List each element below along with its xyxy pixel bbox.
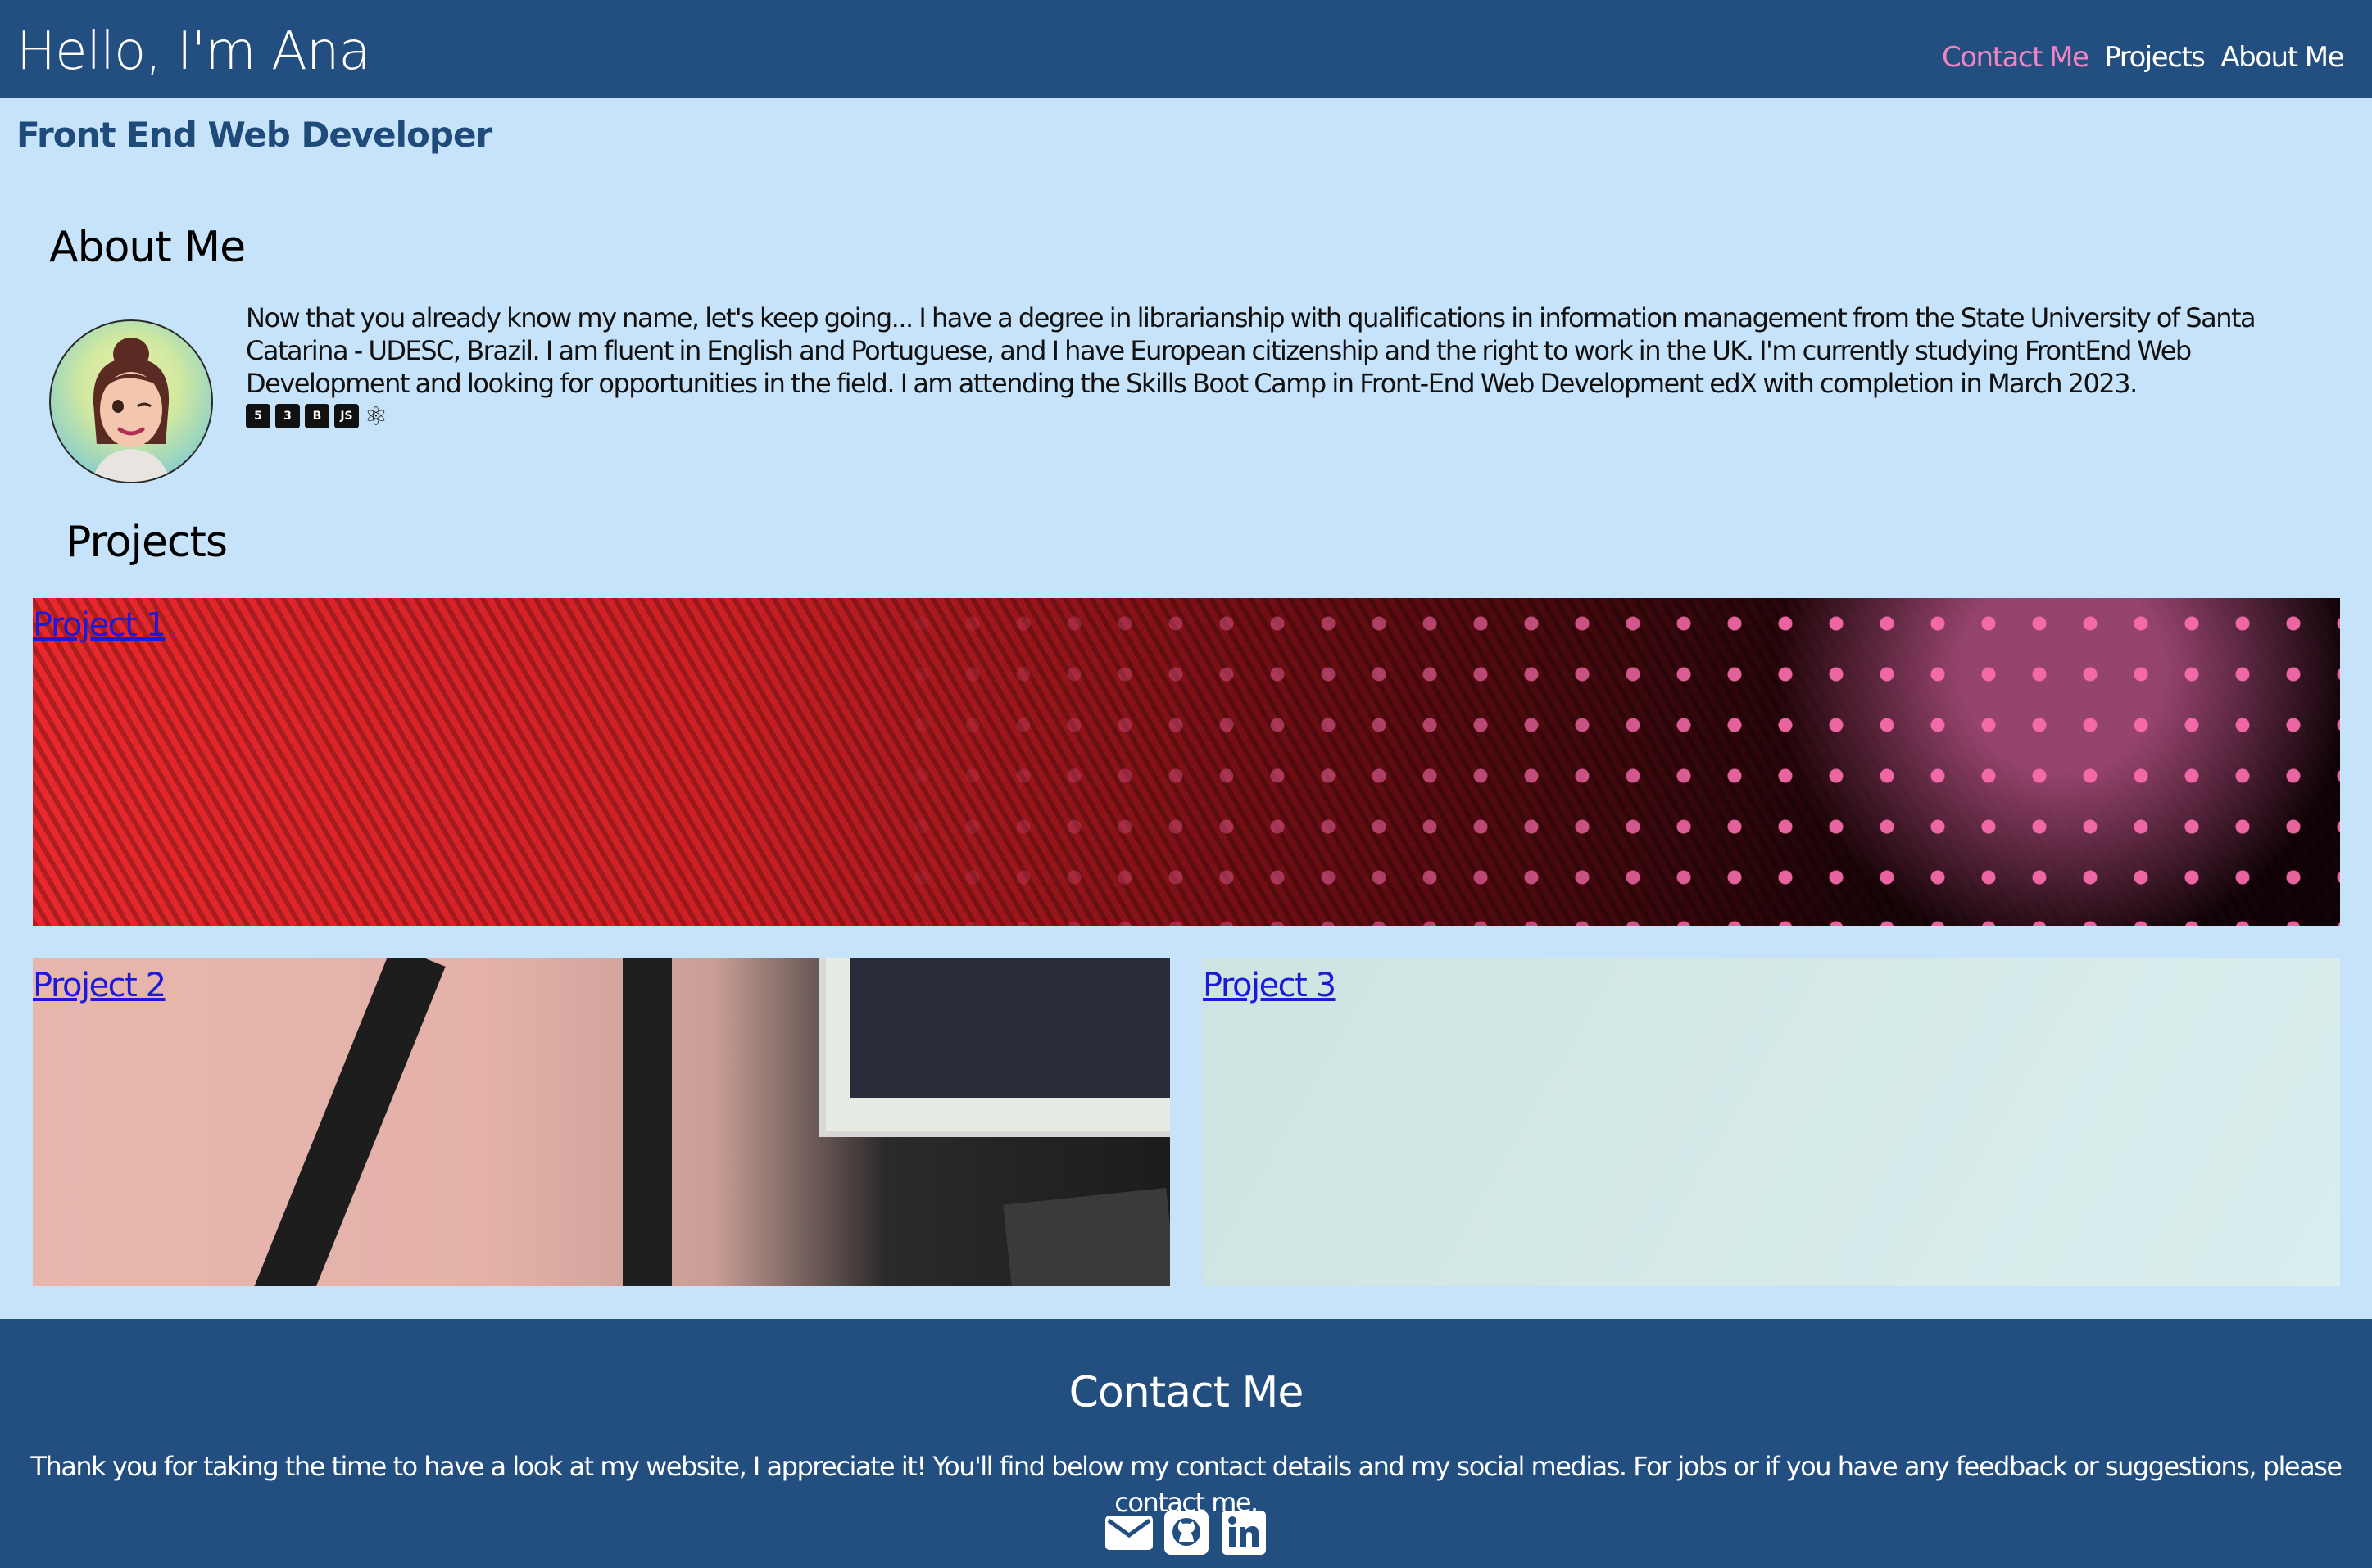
react-icon: ⚛ <box>364 401 388 432</box>
site-title: Hello, I'm Ana <box>16 21 371 82</box>
html5-icon: 5 <box>246 404 270 428</box>
contact-footer: Contact Me Thank you for taking the time… <box>0 1319 2372 1568</box>
contact-heading: Contact Me <box>1068 1368 1304 1417</box>
tech-icons: 5 3 B JS ⚛ <box>246 401 388 432</box>
project-1-link[interactable]: Project 1 <box>33 605 166 646</box>
nav-projects[interactable]: Projects <box>2104 33 2206 82</box>
javascript-icon: JS <box>334 404 359 428</box>
avatar-illustration <box>92 338 170 482</box>
email-icon[interactable] <box>1104 1509 1154 1557</box>
page-subtitle: Front End Web Developer <box>16 115 492 155</box>
project-card-1[interactable]: Project 1 <box>33 598 2340 926</box>
project-card-3[interactable]: Project 3 <box>1203 958 2340 1286</box>
project-3-link[interactable]: Project 3 <box>1203 965 1336 1006</box>
projects-heading: Projects <box>66 518 228 567</box>
github-icon[interactable] <box>1161 1509 1212 1557</box>
css3-icon: 3 <box>275 404 300 428</box>
site-header: Hello, I'm Ana Contact Me Projects About… <box>0 0 2372 98</box>
about-heading: About Me <box>49 223 246 272</box>
nav-contact-me[interactable]: Contact Me <box>1942 33 2089 82</box>
project-2-image <box>251 958 446 1286</box>
bootstrap-icon: B <box>305 404 329 428</box>
project-1-image <box>33 598 2340 926</box>
avatar <box>49 319 213 483</box>
social-links <box>0 1509 2372 1557</box>
project-card-2[interactable]: Project 2 <box>33 958 1170 1286</box>
project-2-link[interactable]: Project 2 <box>33 965 166 1006</box>
linkedin-icon[interactable] <box>1218 1509 1269 1557</box>
about-text: Now that you already know my name, let's… <box>246 302 2256 399</box>
main-nav: Contact Me Projects About Me <box>1942 33 2344 82</box>
nav-about-me[interactable]: About Me <box>2220 33 2344 82</box>
